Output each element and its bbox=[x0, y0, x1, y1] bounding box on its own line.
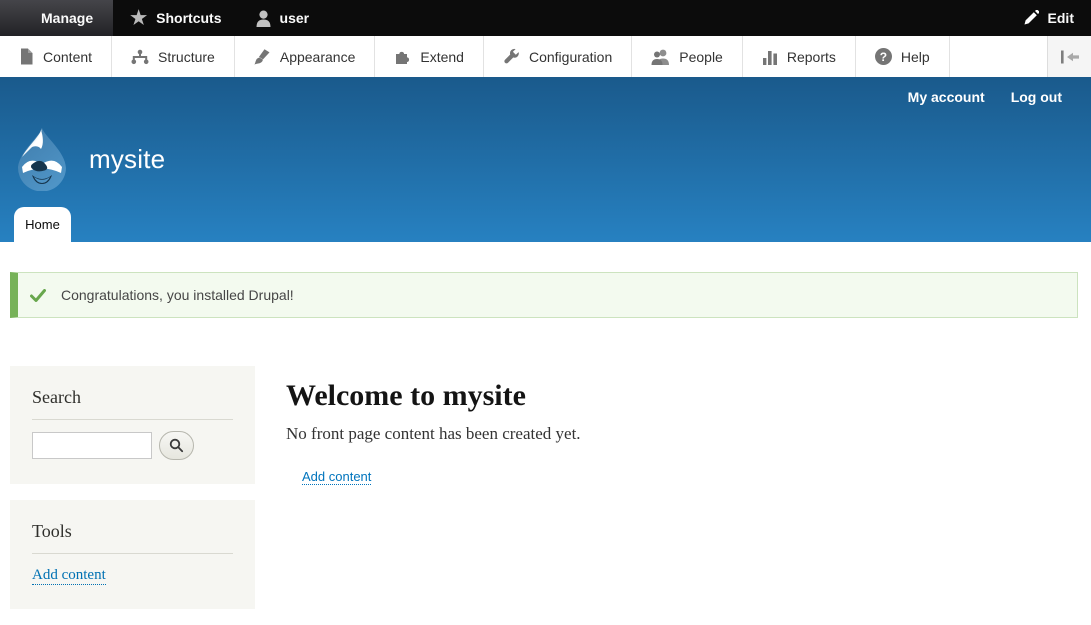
wrench-icon bbox=[503, 48, 520, 65]
site-header: My account Log out mysite Ho bbox=[0, 77, 1091, 242]
tab-home[interactable]: Home bbox=[14, 207, 71, 242]
page-title: Welcome to mysite bbox=[286, 379, 1081, 413]
manage-label: Manage bbox=[41, 10, 93, 26]
sitemap-icon bbox=[131, 49, 149, 65]
tools-block: Tools Add content bbox=[10, 500, 255, 609]
secondary-menu: My account Log out bbox=[908, 89, 1062, 105]
manage-menu-item[interactable]: Manage bbox=[0, 0, 113, 36]
toolbar-tab-help[interactable]: ? Help bbox=[856, 36, 950, 77]
page-layout: Search Tools Add content Welcome to mysi… bbox=[0, 366, 1091, 625]
log-out-link[interactable]: Log out bbox=[1011, 89, 1062, 105]
tools-block-title: Tools bbox=[32, 521, 233, 554]
admin-toolbar-bar: Manage ★ Shortcuts user Edit bbox=[0, 0, 1091, 36]
search-block-title: Search bbox=[32, 387, 233, 420]
user-menu-item[interactable]: user bbox=[239, 0, 327, 36]
sidebar-first: Search Tools Add content bbox=[10, 366, 255, 625]
search-block: Search bbox=[10, 366, 255, 484]
search-form bbox=[32, 431, 233, 460]
status-message-text: Congratulations, you installed Drupal! bbox=[61, 287, 294, 303]
toolbar-tab-label: Structure bbox=[158, 49, 215, 65]
toolbar-tab-structure[interactable]: Structure bbox=[112, 36, 235, 77]
empty-frontpage-text: No front page content has been created y… bbox=[286, 424, 1081, 444]
bar-chart-icon bbox=[762, 49, 778, 65]
edit-label: Edit bbox=[1048, 10, 1074, 26]
site-branding: mysite bbox=[12, 127, 165, 191]
admin-toolbar-tray: Content Structure Appearance Extend Conf… bbox=[0, 36, 1091, 77]
drupal-logo[interactable] bbox=[12, 127, 72, 191]
toolbar-tab-label: People bbox=[679, 49, 723, 65]
people-icon bbox=[651, 49, 670, 65]
puzzle-icon bbox=[394, 48, 411, 65]
toolbar-tab-label: Reports bbox=[787, 49, 836, 65]
toolbar-spacer bbox=[950, 36, 1047, 77]
person-icon bbox=[256, 10, 271, 27]
toolbar-tab-label: Extend bbox=[420, 49, 464, 65]
toolbar-tab-label: Appearance bbox=[280, 49, 356, 65]
toolbar-tab-content[interactable]: Content bbox=[0, 36, 112, 77]
shortcuts-label: Shortcuts bbox=[156, 10, 221, 26]
main-content: Welcome to mysite No front page content … bbox=[255, 366, 1081, 625]
search-input[interactable] bbox=[32, 432, 152, 459]
pencil-icon bbox=[1023, 10, 1039, 26]
main-add-content-link[interactable]: Add content bbox=[302, 469, 371, 485]
toolbar-tab-reports[interactable]: Reports bbox=[743, 36, 856, 77]
user-label: user bbox=[280, 10, 310, 26]
sidebar-add-content-link[interactable]: Add content bbox=[32, 567, 106, 585]
shortcuts-menu-item[interactable]: ★ Shortcuts bbox=[113, 0, 238, 36]
magnifier-icon bbox=[169, 438, 184, 453]
toolbar-tab-label: Content bbox=[43, 49, 92, 65]
search-submit-button[interactable] bbox=[159, 431, 194, 460]
checkmark-icon bbox=[30, 289, 46, 302]
my-account-link[interactable]: My account bbox=[908, 89, 985, 105]
status-message: Congratulations, you installed Drupal! bbox=[10, 272, 1078, 318]
site-name[interactable]: mysite bbox=[89, 144, 165, 175]
paintbrush-icon bbox=[254, 48, 271, 65]
star-icon: ★ bbox=[130, 9, 147, 28]
hamburger-icon bbox=[13, 11, 32, 26]
toolbar-tab-label: Help bbox=[901, 49, 930, 65]
question-icon: ? bbox=[875, 48, 892, 65]
toolbar-tab-appearance[interactable]: Appearance bbox=[235, 36, 376, 77]
edit-button[interactable]: Edit bbox=[1006, 0, 1091, 36]
toolbar-tab-people[interactable]: People bbox=[632, 36, 743, 77]
collapse-left-icon bbox=[1060, 50, 1080, 64]
toolbar-tab-label: Configuration bbox=[529, 49, 612, 65]
toolbar-tab-configuration[interactable]: Configuration bbox=[484, 36, 632, 77]
tray-orientation-toggle-button[interactable] bbox=[1047, 36, 1091, 77]
file-icon bbox=[19, 48, 34, 65]
toolbar-tab-extend[interactable]: Extend bbox=[375, 36, 484, 77]
